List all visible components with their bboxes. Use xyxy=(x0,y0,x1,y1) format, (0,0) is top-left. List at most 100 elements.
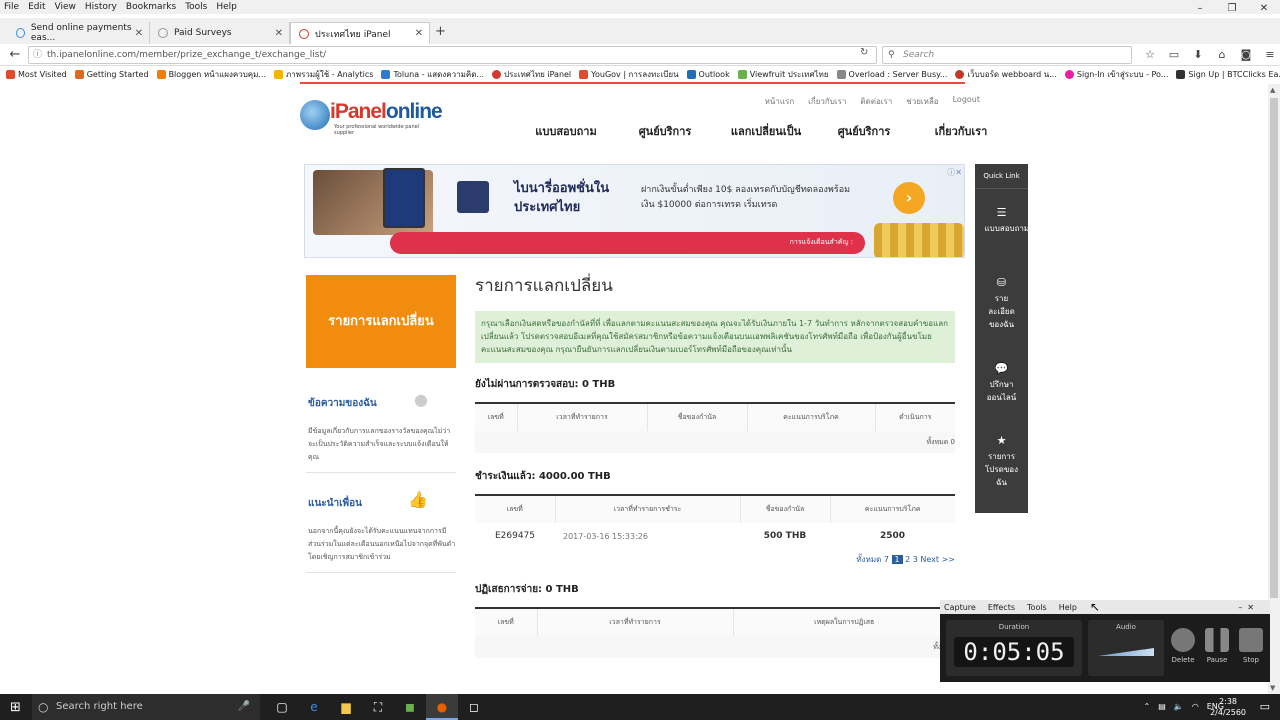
audio-display: Audio xyxy=(1088,620,1164,676)
close-icon[interactable]: ✕ xyxy=(1248,0,1280,18)
pager-current[interactable]: 1 xyxy=(891,555,903,564)
file-explorer-icon[interactable]: ▆ xyxy=(330,694,362,720)
quicklink-favorites[interactable]: ★ รายการโปรดของฉัน xyxy=(975,434,1028,489)
audio-level-slider[interactable] xyxy=(1098,648,1154,656)
bookmark-item[interactable]: Overload : Server Busy... xyxy=(836,69,947,79)
link-help[interactable]: ช่วยเหลือ xyxy=(906,95,938,108)
bookmark-item[interactable]: YouGov | การลงทะเบียน xyxy=(579,68,679,81)
tab-payments[interactable]: Send online payments eas... ✕ xyxy=(8,22,150,44)
menu-edit[interactable]: Edit xyxy=(28,2,45,12)
url-bar[interactable]: ⓘ th.ipanelonline.com/member/prize_excha… xyxy=(28,46,877,64)
ad-arrow-icon[interactable]: › xyxy=(893,182,925,214)
menu-help[interactable]: Help xyxy=(216,2,237,12)
sidebar-refer[interactable]: แนะนำเพื่อน 👍 นอกจากนี้คุณยังจะได้รับคะแ… xyxy=(306,490,456,573)
scroll-thumb[interactable] xyxy=(1270,98,1278,598)
link-home[interactable]: หน้าแรก xyxy=(765,95,795,108)
bookmark-item[interactable]: ประเทศไทย iPanel xyxy=(492,68,571,81)
recorder-window-controls-icon[interactable]: – ✕ xyxy=(1238,603,1254,612)
bookmark-star-icon[interactable]: ☆ xyxy=(1138,46,1162,64)
tab-close-icon[interactable]: ✕ xyxy=(275,28,283,39)
bookmark-label: ภาพรวมผู้ใช้ - Analytics xyxy=(286,69,374,79)
delete-button[interactable]: Delete xyxy=(1168,628,1198,664)
tab-close-icon[interactable]: ✕ xyxy=(135,28,143,39)
restore-icon[interactable]: ❐ xyxy=(1216,0,1248,18)
site-logo[interactable]: iPanelonline Your professional worldwide… xyxy=(300,98,443,136)
quicklink-details[interactable]: ⛁ รายละเอียดของฉัน xyxy=(975,276,1028,331)
refer-title[interactable]: แนะนำเพื่อน xyxy=(306,496,456,511)
column-header: ชื่อของกำนัล xyxy=(647,403,748,431)
loading-icon xyxy=(16,28,25,38)
recorder-menu-tools[interactable]: Tools xyxy=(1027,603,1047,612)
back-arrow-icon[interactable]: ← xyxy=(6,46,24,64)
ad-banner[interactable]: ไบนารี่ออพชั่นใน ประเทศไทย ฝากเงินขั้นต่… xyxy=(304,164,965,258)
menu-view[interactable]: View xyxy=(55,2,76,12)
bookmark-item[interactable]: Bloggen หน้าแผงควบคุม... xyxy=(156,68,266,81)
link-contact[interactable]: ติดต่อเรา xyxy=(860,95,892,108)
pager-links[interactable]: 2 3 Next >> xyxy=(905,555,955,564)
pocket-icon[interactable]: ◙ xyxy=(1234,46,1258,64)
camtasia-icon[interactable]: ◼ xyxy=(394,694,426,720)
hamburger-menu-icon[interactable]: ≡ xyxy=(1258,46,1280,64)
messages-title[interactable]: ข้อความของฉัน xyxy=(306,396,456,411)
scroll-up-icon[interactable]: ▲ xyxy=(1270,86,1275,94)
reload-icon[interactable]: ↻ xyxy=(860,47,868,58)
bookmark-item[interactable]: Most Visited xyxy=(6,69,67,79)
scroll-down-icon[interactable]: ▼ xyxy=(1270,684,1275,692)
network-icon[interactable]: ▤ xyxy=(1158,694,1166,720)
nav-surveys[interactable]: แบบสอบถาม xyxy=(515,122,617,140)
new-tab-icon[interactable]: + xyxy=(435,24,446,39)
download-icon[interactable]: ⬇ xyxy=(1186,46,1210,64)
windows-start-icon[interactable]: ⊞ xyxy=(10,700,21,715)
clock[interactable]: 2:38 2/4/2560 xyxy=(1210,696,1246,718)
firefox-icon[interactable]: ● xyxy=(426,694,458,720)
quicklink-consult[interactable]: 💬 ปรึกษาออนไลน์ xyxy=(975,362,1028,404)
bookmark-item[interactable]: Toluna - แสดงความคิด... xyxy=(381,68,484,81)
notification-icon[interactable]: ▭ xyxy=(1260,700,1270,713)
quicklink-surveys[interactable]: ☰ แบบสอบถาม xyxy=(975,206,1030,235)
bookmark-item[interactable]: Sign-In เข้าสู่ระบบ - Po... xyxy=(1064,68,1168,81)
nav-exchange[interactable]: แลกเปลี่ยนเป็น xyxy=(713,122,819,140)
recorder-app-icon[interactable]: ◻ xyxy=(458,694,490,720)
reading-list-icon[interactable]: ▭ xyxy=(1162,46,1186,64)
link-about[interactable]: เกี่ยวกับเรา xyxy=(808,95,846,108)
home-icon[interactable]: ⌂ xyxy=(1210,46,1234,64)
info-icon[interactable]: ⓘ xyxy=(33,47,42,63)
bookmark-item[interactable]: Sign Up | BTCClicks Ea... xyxy=(1176,69,1280,79)
recorder-menu-capture[interactable]: Capture xyxy=(944,603,976,612)
menu-history[interactable]: History xyxy=(85,2,117,12)
bookmark-item[interactable]: เว็บบอร์ด webboard น... xyxy=(955,68,1057,81)
store-icon[interactable]: ⛶ xyxy=(362,694,394,720)
wifi-icon[interactable]: ◠ xyxy=(1192,694,1199,720)
sidebar-active-item[interactable]: รายการแลกเปลี่ยน xyxy=(306,275,456,368)
tray-chevron-icon[interactable]: ⌃ xyxy=(1144,694,1151,720)
divider xyxy=(306,572,456,573)
bookmark-item[interactable]: Viewfruit ประเทศไทย xyxy=(737,68,829,81)
sidebar-messages[interactable]: ข้อความของฉัน ● มีข้อมูลเกี่ยวกับการแลกข… xyxy=(306,390,456,473)
menu-tools[interactable]: Tools xyxy=(185,2,207,12)
edge-icon[interactable]: e xyxy=(298,694,330,720)
nav-service[interactable]: ศูนย์บริการ xyxy=(617,122,713,140)
task-view-icon[interactable]: ▢ xyxy=(266,694,298,720)
bookmark-label: Viewfruit ประเทศไทย xyxy=(749,69,829,79)
menu-bookmarks[interactable]: Bookmarks xyxy=(126,2,176,12)
nav-about[interactable]: เกี่ยวกับเรา xyxy=(909,122,1013,140)
microphone-icon[interactable]: 🎤 xyxy=(238,694,250,720)
taskbar-search[interactable]: ○ Search right here 🎤 xyxy=(32,694,260,720)
tab-close-icon[interactable]: ✕ xyxy=(415,28,423,39)
volume-icon[interactable]: 🔈 xyxy=(1174,694,1184,720)
pause-button[interactable]: Pause xyxy=(1202,628,1232,664)
menu-file[interactable]: File xyxy=(4,2,19,12)
tab-paid-surveys[interactable]: Paid Surveys ✕ xyxy=(150,22,290,44)
recorder-menu-effects[interactable]: Effects xyxy=(988,603,1015,612)
bookmark-item[interactable]: Outlook xyxy=(686,69,730,79)
nav-service-2[interactable]: ศูนย์บริการ xyxy=(819,122,909,140)
search-input[interactable]: ⚲ Search xyxy=(882,46,1132,64)
minimize-icon[interactable]: – xyxy=(1184,0,1216,18)
ad-choices-icon[interactable]: ⓘ✕ xyxy=(947,167,962,178)
link-logout[interactable]: Logout xyxy=(953,95,980,108)
bookmark-item[interactable]: ภาพรวมผู้ใช้ - Analytics xyxy=(274,68,373,81)
stop-button[interactable]: Stop xyxy=(1236,628,1266,664)
recorder-menu-help[interactable]: Help xyxy=(1059,603,1077,612)
bookmark-item[interactable]: Getting Started xyxy=(74,69,149,79)
tab-ipanel[interactable]: ประเทศไทย iPanel ✕ xyxy=(290,22,430,44)
